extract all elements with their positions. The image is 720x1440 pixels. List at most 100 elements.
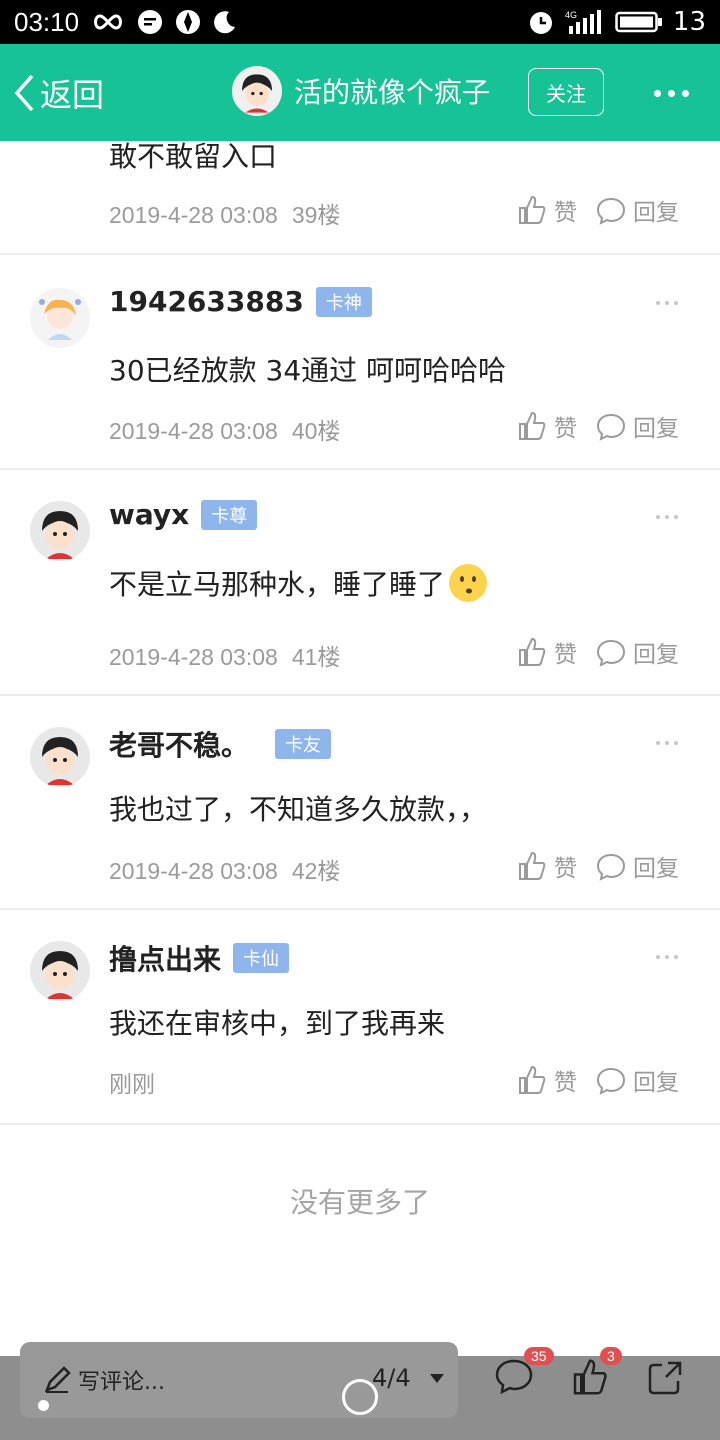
like-label: 赞 [554, 642, 577, 668]
comment-text: 敢不敢留入口 [109, 141, 278, 173]
reply-button[interactable]: 回复 [595, 849, 679, 883]
comment-floor: 39楼 [291, 202, 341, 228]
comment-placeholder: 写评论... [78, 1370, 165, 1395]
like-label: 赞 [554, 856, 577, 882]
username[interactable]: 撸点出来 卡仙 [109, 938, 290, 978]
username[interactable]: 1942633883 卡神 [109, 285, 372, 318]
comment-date: 2019-4-28 03:08 [109, 418, 278, 444]
pencil-icon [44, 1366, 71, 1393]
level-badge: 卡友 [275, 729, 332, 759]
reply-label: 回复 [633, 1070, 679, 1096]
comment-bubble-icon [596, 413, 626, 441]
comment-text: 30已经放款 34通过 呵呵哈哈哈 [109, 354, 507, 387]
like-button[interactable]: 赞 [516, 193, 577, 227]
like-button[interactable]: 赞 [516, 1063, 577, 1097]
infinity-icon [94, 14, 123, 30]
comment-meta: 刚刚 [109, 1065, 155, 1099]
username[interactable]: wayx 卡尊 [109, 498, 258, 531]
like-button[interactable]: 赞 [516, 849, 577, 883]
author-avatar[interactable] [232, 66, 282, 116]
comment-item: 撸点出来 卡仙 我还在审核中，到了我再来 刚刚 赞 回复 [0, 910, 720, 1125]
status-bar: 03:10 4G 13 [0, 0, 720, 44]
comment-text: 我也过了，不知道多久放款，， [109, 793, 488, 826]
back-label: 返回 [40, 75, 105, 114]
like-count-badge: 3 [600, 1347, 622, 1365]
author-name: 活的就像个疯子 [294, 76, 491, 109]
comment-date: 刚刚 [109, 1071, 155, 1097]
comment-bubble-icon [596, 639, 626, 667]
comment-floor: 40楼 [291, 418, 341, 444]
bottom-bar: 写评论... 4/4 35 3 [0, 1321, 720, 1440]
thumbs-up-icon [519, 851, 546, 880]
aperture-icon [176, 10, 201, 34]
user-avatar[interactable] [30, 727, 90, 787]
username-text: 撸点出来 [109, 943, 222, 976]
page-dropdown-icon[interactable] [430, 1374, 444, 1383]
comment-item: 1942633883 卡神 30已经放款 34通过 呵呵哈哈哈 2019-4-2… [0, 255, 720, 470]
like-button[interactable]: 赞 [516, 409, 577, 443]
comment-bubble-icon [596, 853, 626, 881]
assistive-dot[interactable] [38, 1400, 49, 1411]
comment-bubble-icon [596, 197, 626, 225]
like-label: 赞 [554, 416, 577, 442]
author-header[interactable]: 活的就像个疯子 [232, 66, 490, 116]
battery-icon [615, 11, 662, 33]
thumbs-up-icon [519, 195, 546, 224]
reply-button[interactable]: 回复 [595, 635, 679, 669]
comment-item: 老哥不稳。 卡友 我也过了，不知道多久放款，， 2019-4-28 03:08 4… [0, 696, 720, 910]
comment-actions: 赞 回复 [516, 849, 679, 883]
no-more-label: 没有更多了 [289, 1186, 430, 1219]
comment-more-icon[interactable] [656, 741, 678, 745]
user-avatar[interactable] [30, 288, 90, 348]
reply-label: 回复 [633, 200, 679, 226]
comment-item: wayx 卡尊 不是立马那种水，睡了睡了 2019-4-28 03:08 41楼 … [0, 470, 720, 696]
comment-more-icon[interactable] [656, 515, 678, 519]
alarm-icon [529, 12, 552, 34]
like-label: 赞 [554, 200, 577, 226]
home-gesture-indicator[interactable] [342, 1379, 378, 1415]
thumbs-up-icon [519, 637, 546, 666]
comment-date: 2019-4-28 03:08 [109, 644, 278, 670]
comment-text: 不是立马那种水，睡了睡了 [109, 562, 489, 604]
comment-bubble-icon [596, 1067, 626, 1095]
comment-actions: 赞 回复 [516, 409, 679, 443]
username[interactable]: 老哥不稳。 卡友 [109, 724, 332, 764]
comment-meta: 2019-4-28 03:08 42楼 [109, 852, 340, 886]
reply-button[interactable]: 回复 [595, 1063, 679, 1097]
reply-button[interactable]: 回复 [595, 409, 679, 443]
comment-meta: 2019-4-28 03:08 39楼 [109, 196, 340, 230]
reply-label: 回复 [633, 642, 679, 668]
chevron-left-icon [14, 74, 34, 111]
comment-meta: 2019-4-28 03:08 41楼 [109, 638, 340, 672]
username-text: wayx [109, 498, 190, 531]
comment-text: 我还在审核中，到了我再来 [109, 1007, 446, 1040]
share-icon[interactable] [646, 1357, 686, 1397]
comment-floor: 42楼 [291, 858, 341, 884]
follow-button[interactable]: 关注 [528, 68, 604, 116]
comment-actions: 赞 回复 [516, 635, 679, 669]
comment-date: 2019-4-28 03:08 [109, 202, 278, 228]
chat-app-icon [138, 10, 163, 34]
thumbs-up-icon [519, 411, 546, 440]
user-avatar[interactable] [30, 941, 90, 1001]
username-text: 老哥不稳。 [109, 729, 250, 762]
write-comment-input[interactable]: 写评论... 4/4 [20, 1342, 458, 1418]
more-options-icon[interactable] [654, 90, 689, 97]
back-button[interactable]: 返回 [12, 70, 104, 116]
like-button[interactable]: 赞 [516, 635, 577, 669]
comment-more-icon[interactable] [656, 301, 678, 305]
comment-floor: 41楼 [291, 644, 341, 670]
page-indicator[interactable]: 4/4 [372, 1364, 411, 1392]
comment-meta: 2019-4-28 03:08 40楼 [109, 412, 340, 446]
comment-more-icon[interactable] [656, 955, 678, 959]
reply-button[interactable]: 回复 [595, 193, 679, 227]
signal-4g-icon: 4G [565, 10, 601, 34]
comment-list[interactable]: 敢不敢留入口 2019-4-28 03:08 39楼 赞 回复 194263388… [0, 141, 720, 1321]
reply-label: 回复 [633, 856, 679, 882]
level-badge: 卡神 [315, 286, 372, 317]
username-text: 1942633883 [109, 285, 304, 318]
user-avatar[interactable] [30, 501, 90, 561]
svg-text:4G: 4G [565, 10, 577, 20]
hmm-emoji-icon [449, 564, 488, 602]
level-badge: 卡仙 [233, 943, 290, 973]
